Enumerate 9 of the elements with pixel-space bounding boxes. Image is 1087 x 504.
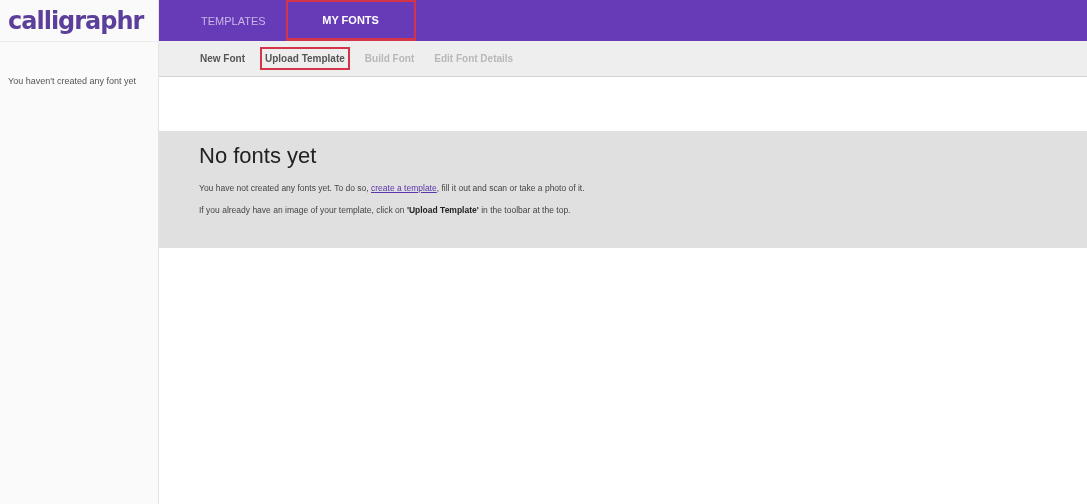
create-template-link[interactable]: create a template	[371, 183, 437, 193]
toolbar-button[interactable]: Upload Template	[260, 47, 350, 70]
toolbar-button[interactable]: New Font	[195, 47, 250, 70]
empty-state-title: No fonts yet	[199, 143, 318, 169]
tab[interactable]: TEMPLATES	[187, 0, 280, 41]
empty-message: You haven't created any font yet	[8, 76, 137, 86]
intro-text: You have not created any fonts yet. To do so, create a template, fill it out and scan or take a photo of it.	[199, 183, 586, 193]
hint-text: If you already have an image of your template, click on 'Upload Template' in the toolbar at the top.	[199, 205, 572, 215]
logo[interactable]: calligraphr	[8, 6, 144, 35]
